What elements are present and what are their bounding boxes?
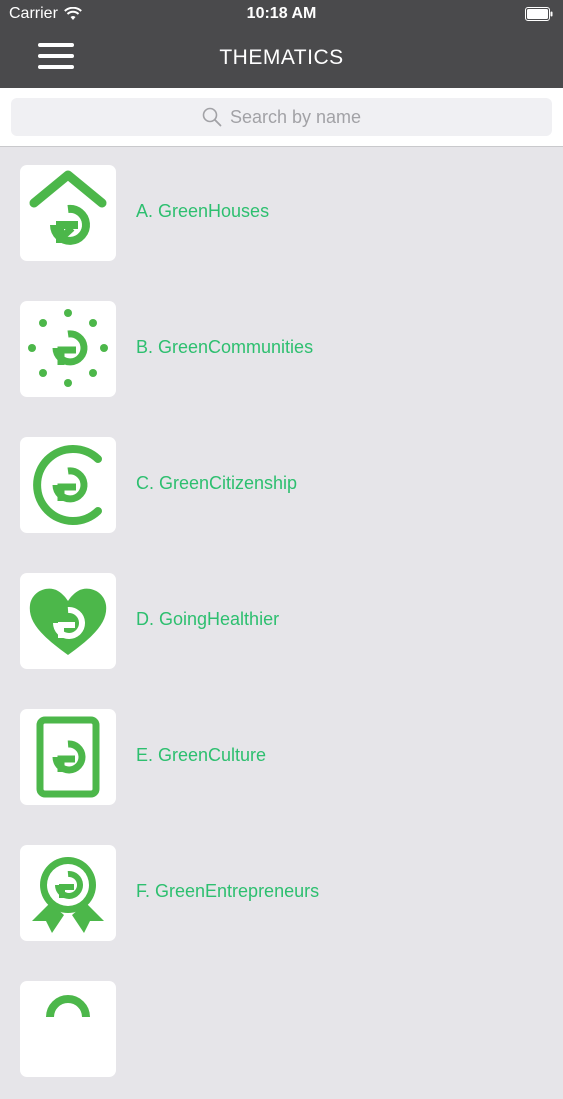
card-recycle-icon — [36, 716, 100, 798]
dots-circle-recycle-icon — [28, 309, 108, 387]
badge-recycle-icon — [32, 857, 104, 933]
thematic-item-greenculture[interactable]: E. GreenCulture — [0, 691, 563, 827]
thematic-thumbnail — [20, 165, 116, 261]
thematic-item-greencitizenship[interactable]: C. GreenCitizenship — [0, 419, 563, 555]
search-icon — [202, 107, 222, 127]
thematics-list: A. GreenHouses B. GreenCommunities C. Gr… — [0, 147, 563, 1099]
thematic-label: B. GreenCommunities — [136, 337, 314, 357]
nav-bar: THEMATICS — [0, 30, 563, 88]
clock: 10:18 AM — [246, 5, 317, 22]
app-header: Carrier 10:18 AM THEMATICS — [0, 0, 563, 88]
thematic-thumbnail — [20, 437, 116, 533]
search-bar: Search by name — [0, 88, 563, 147]
house-recycle-icon — [29, 170, 107, 245]
thematic-label: E. GreenCulture — [136, 745, 267, 765]
thematic-label: D. GoingHealthier — [136, 609, 280, 629]
page-title: THEMATICS — [219, 46, 344, 69]
thematic-item-partial[interactable] — [0, 963, 563, 1099]
search-input[interactable]: Search by name — [11, 98, 552, 136]
thematic-item-greenentrepreneurs[interactable]: F. GreenEntrepreneurs — [0, 827, 563, 963]
heart-recycle-icon — [29, 588, 107, 655]
search-placeholder: Search by name — [229, 106, 362, 127]
thematic-label: C. GreenCitizenship — [136, 473, 298, 493]
status-bar: Carrier 10:18 AM — [0, 0, 563, 30]
thematic-label: F. GreenEntrepreneurs — [136, 881, 320, 901]
thematic-thumbnail — [20, 981, 116, 1077]
thematic-item-greenhouses[interactable]: A. GreenHouses — [0, 147, 563, 283]
battery-icon — [525, 7, 553, 21]
c-recycle-icon — [33, 445, 102, 525]
thematic-thumbnail — [20, 709, 116, 805]
recycle-icon — [46, 995, 90, 1018]
thematic-item-greencommunities[interactable]: B. GreenCommunities — [0, 283, 563, 419]
thematic-thumbnail — [20, 573, 116, 669]
thematic-item-goinghealthier[interactable]: D. GoingHealthier — [0, 555, 563, 691]
thematic-label: A. GreenHouses — [136, 201, 270, 221]
thematic-thumbnail — [20, 845, 116, 941]
thematic-thumbnail — [20, 301, 116, 397]
